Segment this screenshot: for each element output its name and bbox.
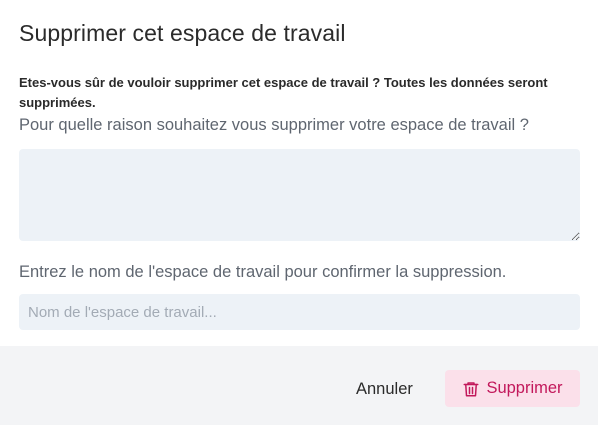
reason-textarea[interactable] <box>19 149 580 241</box>
dialog-footer: Annuler Supprimer <box>0 346 598 425</box>
warning-text: Etes-vous sûr de vouloir supprimer cet e… <box>19 75 548 110</box>
confirm-label: Entrez le nom de l'espace de travail pou… <box>19 263 507 281</box>
reason-label: Pour quelle raison souhaitez vous suppri… <box>19 116 529 134</box>
delete-button[interactable]: Supprimer <box>445 370 580 407</box>
cancel-button[interactable]: Annuler <box>344 371 425 407</box>
dialog-body: Supprimer cet espace de travail Etes-vou… <box>0 0 598 330</box>
delete-button-label: Supprimer <box>486 379 563 397</box>
dialog-title: Supprimer cet espace de travail <box>19 20 346 46</box>
trash-icon <box>462 380 480 398</box>
delete-workspace-dialog: Supprimer cet espace de travail Etes-vou… <box>0 0 598 425</box>
workspace-name-input[interactable] <box>19 294 580 330</box>
